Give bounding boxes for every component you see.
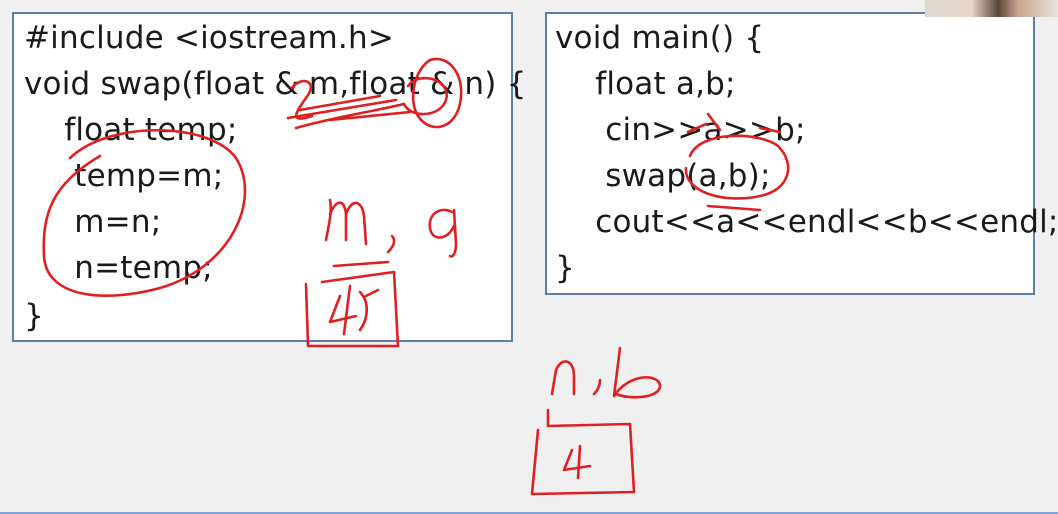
code-line: cout<<a<<endl<<b<<endl; [555,204,1058,240]
handwritten-n [550,360,576,396]
code-line: float a,b; [555,66,736,102]
code-line: swap(a,b); [555,158,771,194]
main-function-code-panel: void main() { float a,b; cin>>a>>b; swap… [545,12,1058,295]
presenter-webcam-thumbnail [925,0,1058,17]
handwritten-b [612,346,662,399]
code-line: #include <iostream.h> [24,20,395,56]
handwritten-4 [562,444,592,480]
code-line: } [555,250,575,286]
code-line: void swap(float & m,float & n) { [24,66,527,102]
handwritten-comma-2 [592,378,602,396]
swap-function-code-panel: #include <iostream.h> void swap(float & … [12,12,526,342]
code-line: temp=m; [24,158,224,194]
code-line: m=n; [24,204,162,240]
code-line: float temp; [24,112,238,148]
code-line: } [24,298,44,334]
code-line: cin>>a>>b; [555,112,806,148]
code-line: n=temp; [24,250,213,286]
stack-box-n [530,408,636,496]
code-line: void main() { [555,20,765,56]
